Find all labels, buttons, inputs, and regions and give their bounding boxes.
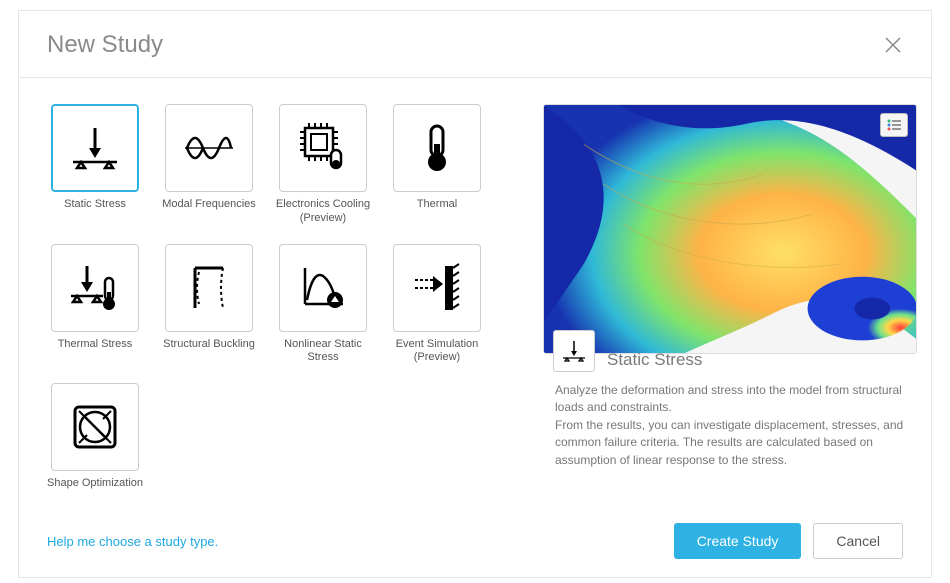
study-tile-static-stress[interactable]: Static Stress xyxy=(47,104,143,226)
buckling-icon xyxy=(165,244,253,332)
help-link[interactable]: Help me choose a study type. xyxy=(47,534,218,549)
detail-description: Analyze the deformation and stress into … xyxy=(543,382,917,469)
study-tile-thermal-stress[interactable]: Thermal Stress xyxy=(47,244,143,366)
study-tile-label: Thermal xyxy=(387,198,487,224)
nonlinear-icon xyxy=(279,244,367,332)
cancel-button[interactable]: Cancel xyxy=(813,523,903,559)
thermal-stress-icon xyxy=(51,244,139,332)
legend-toggle-icon[interactable] xyxy=(880,113,908,137)
study-tile-label: Structural Buckling xyxy=(159,338,259,364)
study-type-grid: Static Stress Modal Frequencies Electronic… xyxy=(47,104,539,503)
close-icon[interactable] xyxy=(883,35,903,55)
shape-icon xyxy=(51,383,139,471)
dialog-footer: Help me choose a study type. Create Stud… xyxy=(19,523,931,577)
study-tile-buckling[interactable]: Structural Buckling xyxy=(161,244,257,366)
create-study-button[interactable]: Create Study xyxy=(674,523,802,559)
study-tile-modal[interactable]: Modal Frequencies xyxy=(161,104,257,226)
study-tile-event[interactable]: Event Simulation (Preview) xyxy=(389,244,485,366)
study-tile-label: Electronics Cooling (Preview) xyxy=(273,198,373,226)
new-study-dialog: New Study Static Stress Modal Frequencies… xyxy=(18,10,932,578)
detail-header: Static Stress xyxy=(553,330,917,372)
static-stress-icon xyxy=(51,104,139,192)
study-tile-label: Modal Frequencies xyxy=(159,198,259,224)
study-tile-thermal[interactable]: Thermal xyxy=(389,104,485,226)
study-tile-nonlinear[interactable]: Nonlinear Static Stress xyxy=(275,244,371,366)
study-tile-shape[interactable]: Shape Optimization xyxy=(47,383,143,503)
ecooling-icon xyxy=(279,104,367,192)
event-icon xyxy=(393,244,481,332)
study-tile-label: Thermal Stress xyxy=(45,338,145,364)
study-tile-label: Nonlinear Static Stress xyxy=(273,338,373,366)
study-detail-panel: Static Stress Analyze the deformation an… xyxy=(543,104,917,503)
study-tile-label: Event Simulation (Preview) xyxy=(387,338,487,366)
study-tile-ecooling[interactable]: Electronics Cooling (Preview) xyxy=(275,104,371,226)
modal-icon xyxy=(165,104,253,192)
study-tile-label: Static Stress xyxy=(45,198,145,224)
thermal-icon xyxy=(393,104,481,192)
detail-type-icon xyxy=(553,330,595,372)
study-tile-label: Shape Optimization xyxy=(45,477,145,503)
detail-title: Static Stress xyxy=(607,350,702,370)
dialog-header: New Study xyxy=(19,11,931,78)
dialog-title: New Study xyxy=(47,31,163,59)
dialog-body: Static Stress Modal Frequencies Electronic… xyxy=(19,78,931,503)
study-preview xyxy=(543,104,917,354)
